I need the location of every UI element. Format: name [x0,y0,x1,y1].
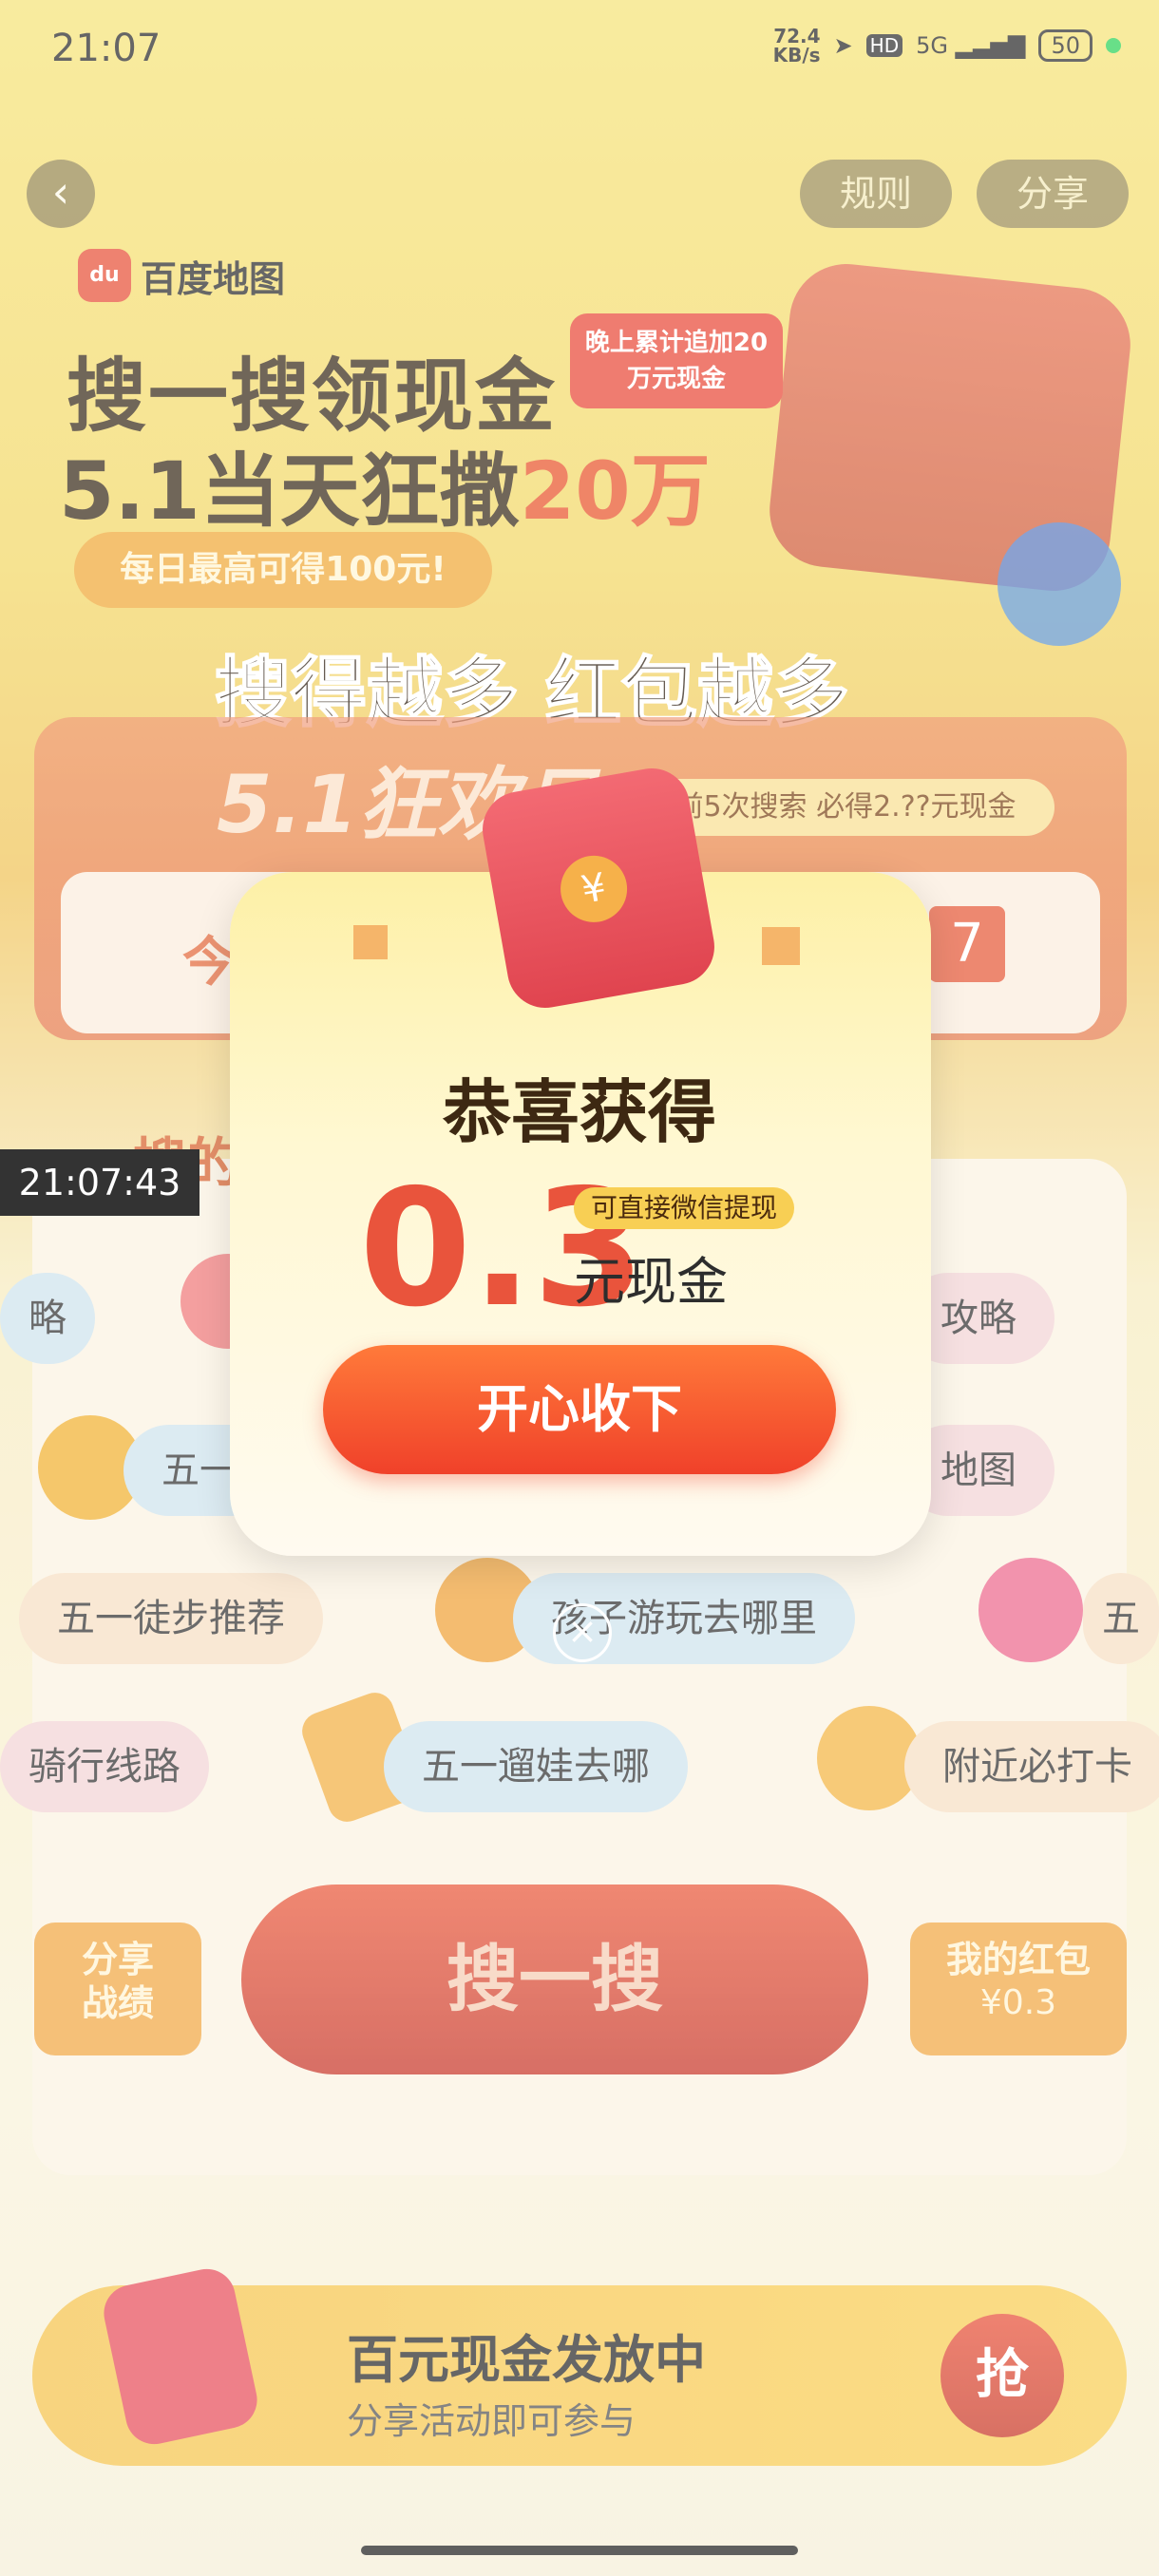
page: 21:07 72.4 KB/s ➤ HD 5G ▂▃▅▇ 50 ‹ 规则 分享 … [0,0,1159,2576]
recording-timestamp: 21:07:43 [0,1149,200,1216]
sparkle-icon [762,927,800,965]
sparkle-icon [353,925,388,959]
modal-title: 恭喜获得 [442,1072,716,1152]
wechat-withdraw-tag: 可直接微信提现 [574,1187,795,1229]
redpacket-hand-icon: ¥ [476,762,721,1014]
yuan-coin-icon: ¥ [555,850,633,928]
accept-button[interactable]: 开心收下 [323,1345,836,1474]
close-icon[interactable]: × [553,1603,612,1662]
reward-unit: 元现金 [574,1252,728,1312]
